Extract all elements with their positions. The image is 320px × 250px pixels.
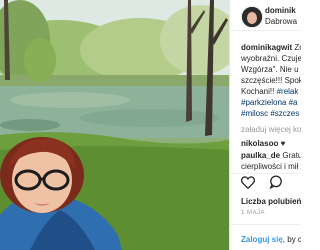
heart-icon[interactable] [240, 175, 256, 194]
caption-line-4: szczęście!!! Spok [241, 76, 301, 85]
caption-line-3: Wzgórza". Nie u [241, 65, 299, 74]
caption-author[interactable]: dominikagwit [241, 43, 292, 52]
comment-text: ♥ [280, 139, 286, 148]
comment: nikolasoo ♥ [241, 139, 285, 150]
login-prompt-text: , by c [282, 235, 301, 244]
login-link[interactable]: Zaloguj się [241, 235, 283, 244]
caption-line-5: Kochani!! #relak [241, 87, 298, 98]
likes-count[interactable]: Liczba polubień: [241, 197, 301, 206]
comment-icon[interactable] [269, 175, 283, 194]
comment: paulka_de Gratu [241, 151, 301, 162]
post-username[interactable]: dominik [265, 6, 296, 15]
post-date: 1 MAJA [241, 210, 266, 216]
hashtag-line[interactable]: #parkzielona #a [241, 98, 297, 109]
caption-text: Kochani!! [241, 87, 277, 96]
post-panel: dominik Dabrowa dominikagwit Zo wyobraźn… [229, 0, 301, 250]
comment-author[interactable]: paulka_de [241, 151, 280, 160]
comment-text: Gratu [282, 151, 301, 160]
post-header: dominik Dabrowa [230, 0, 301, 30]
comment-continuation: cierpliwości i mił [241, 162, 299, 171]
divider [230, 30, 301, 31]
post-actions [240, 175, 293, 194]
caption-text: Zo [294, 43, 301, 52]
post-photo[interactable] [0, 0, 229, 250]
divider [230, 173, 301, 174]
login-prompt: Zaloguj się, by c [241, 235, 301, 244]
caption-line-2: wyobraźni. Czuje [241, 54, 301, 63]
avatar[interactable] [241, 6, 263, 28]
divider [230, 224, 301, 225]
post-location[interactable]: Dabrowa [265, 17, 297, 26]
caption-line-1: dominikagwit Zo [241, 43, 301, 54]
load-more-comments-link[interactable]: załaduj więcej ko [241, 125, 301, 134]
hashtag-link[interactable]: #relak [277, 87, 299, 96]
hashtag-line[interactable]: #milosc #szczes [241, 109, 299, 120]
comment-author[interactable]: nikolasoo [241, 139, 278, 148]
